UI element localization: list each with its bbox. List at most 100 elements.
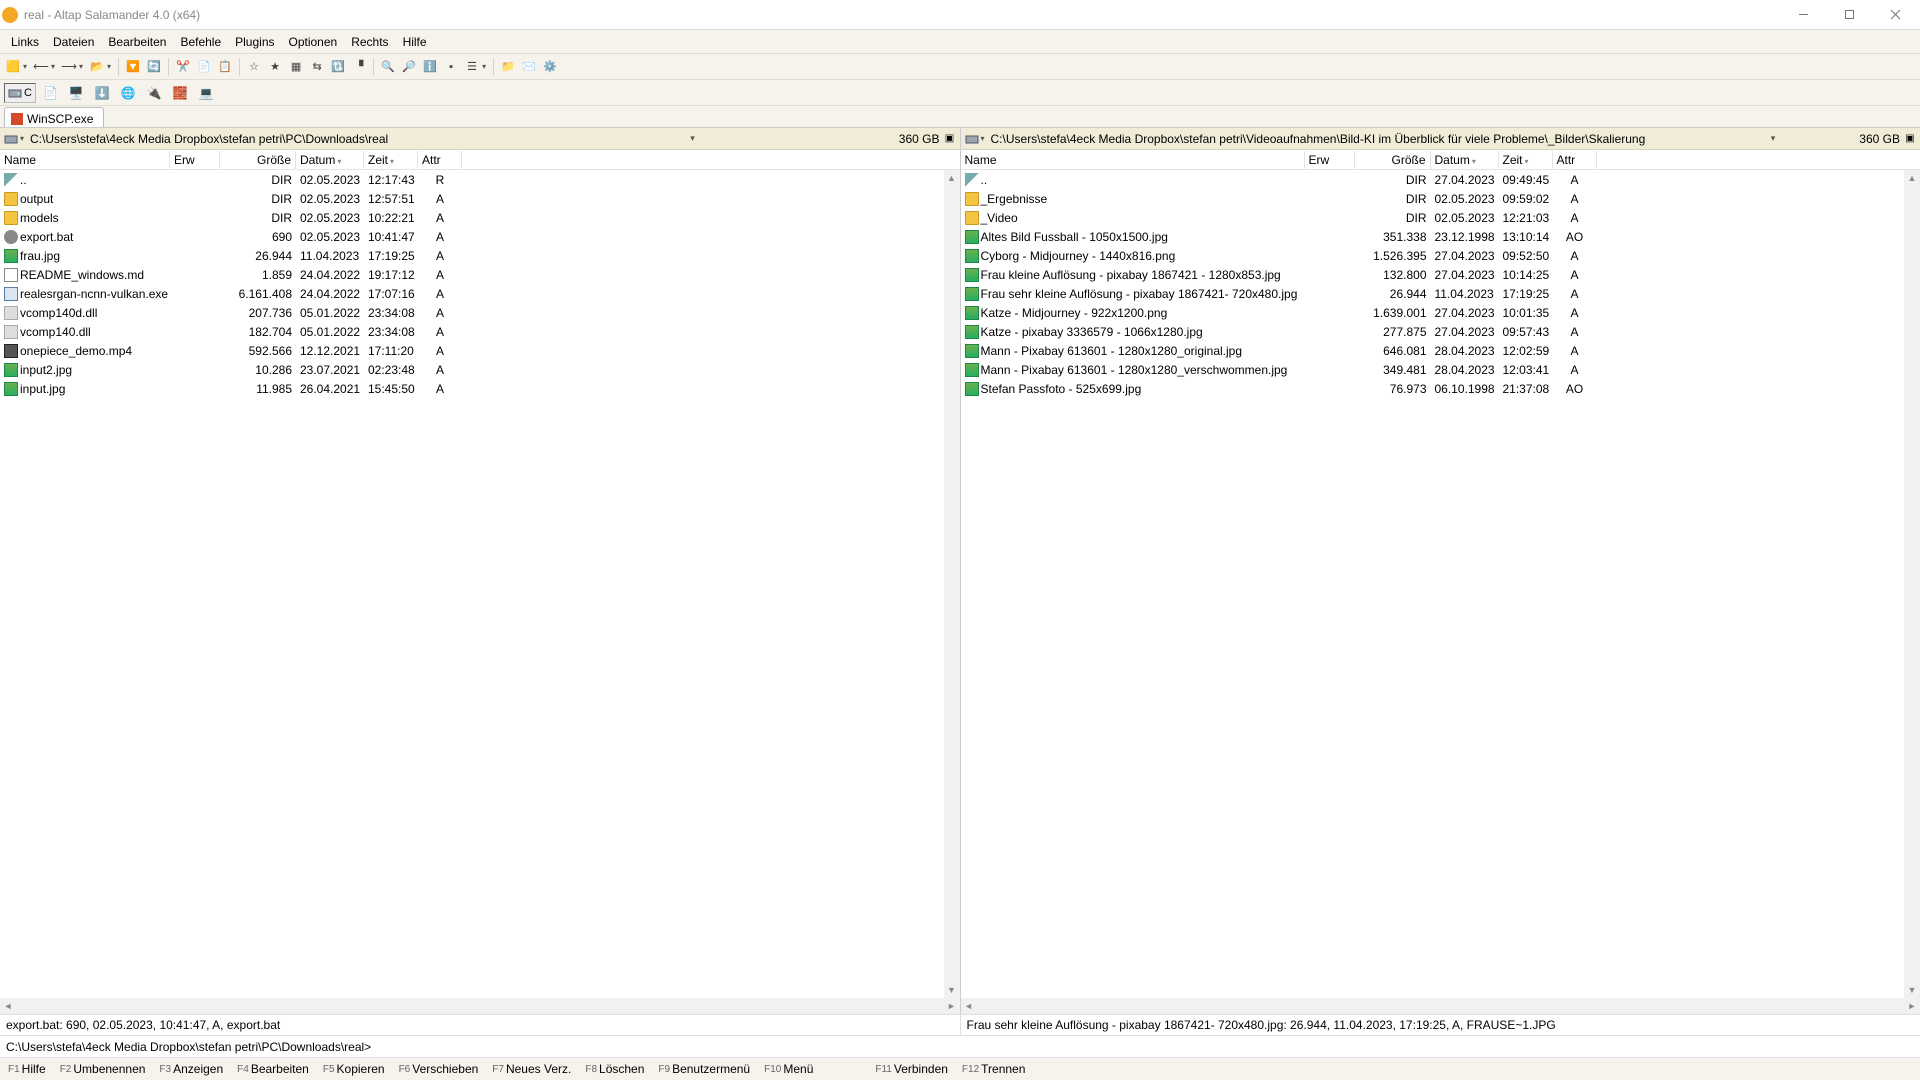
fkey-f11[interactable]: F11Verbinden — [871, 1062, 958, 1076]
file-row[interactable]: README_windows.md1.85924.04.202219:17:12… — [0, 265, 960, 284]
file-row[interactable]: Mann - Pixabay 613601 - 1280x1280_origin… — [961, 341, 1920, 360]
scroll-down-icon[interactable]: ▼ — [944, 982, 960, 998]
file-row[interactable]: ..DIR02.05.202312:17:43R — [0, 170, 960, 189]
file-row[interactable]: vcomp140d.dll207.73605.01.202223:34:08A — [0, 303, 960, 322]
col-time[interactable]: Zeit▾ — [1499, 151, 1553, 169]
find-icon[interactable]: 🔍 — [379, 58, 397, 76]
copy-icon[interactable]: 📄 — [195, 58, 213, 76]
scroll-left-icon[interactable]: ◄ — [0, 998, 16, 1014]
left-file-list[interactable]: ..DIR02.05.202312:17:43RoutputDIR02.05.2… — [0, 170, 960, 998]
fkey-f1[interactable]: F1Hilfe — [4, 1062, 56, 1076]
chevron-down-icon[interactable]: ▾ — [107, 62, 111, 71]
properties-icon[interactable]: ℹ️ — [421, 58, 439, 76]
right-path[interactable]: C:\Users\stefa\4eck Media Dropbox\stefan… — [991, 132, 1763, 146]
file-row[interactable]: modelsDIR02.05.202310:22:21A — [0, 208, 960, 227]
left-pathbar[interactable]: ▾ C:\Users\stefa\4eck Media Dropbox\stef… — [0, 128, 960, 150]
col-size[interactable]: Größe — [220, 151, 296, 169]
chevron-down-icon[interactable]: ▾ — [20, 134, 24, 143]
col-date[interactable]: Datum▾ — [1431, 151, 1499, 169]
nav-back-icon[interactable]: ⟵ — [32, 58, 50, 76]
fkey-f9[interactable]: F9Benutzermenü — [654, 1062, 760, 1076]
scrollbar-v[interactable]: ▲ ▼ — [1904, 170, 1920, 998]
file-row[interactable]: Frau kleine Auflösung - pixabay 1867421 … — [961, 265, 1920, 284]
terminal-icon[interactable]: ▝ — [350, 58, 368, 76]
scroll-right-icon[interactable]: ► — [1904, 998, 1920, 1014]
file-row[interactable]: Cyborg - Midjourney - 1440x816.png1.526.… — [961, 246, 1920, 265]
fkey-f12[interactable]: F12Trennen — [958, 1062, 1035, 1076]
chevron-down-icon[interactable]: ▾ — [79, 62, 83, 71]
panel-expand-icon[interactable]: ▣ — [944, 133, 956, 144]
fkey-f8[interactable]: F8Löschen — [581, 1062, 654, 1076]
fkey-f7[interactable]: F7Neues Verz. — [488, 1062, 581, 1076]
file-row[interactable]: frau.jpg26.94411.04.202317:19:25A — [0, 246, 960, 265]
col-date[interactable]: Datum▾ — [296, 151, 364, 169]
scroll-up-icon[interactable]: ▲ — [944, 170, 960, 186]
file-row[interactable]: Katze - pixabay 3336579 - 1066x1280.jpg2… — [961, 322, 1920, 341]
chevron-down-icon[interactable]: ▾ — [981, 134, 985, 143]
file-row[interactable]: vcomp140.dll182.70405.01.202223:34:08A — [0, 322, 960, 341]
right-pathbar[interactable]: ▾ C:\Users\stefa\4eck Media Dropbox\stef… — [961, 128, 1920, 150]
col-name[interactable]: Name — [0, 151, 170, 169]
file-row[interactable]: _VideoDIR02.05.202312:21:03A — [961, 208, 1920, 227]
drive-c[interactable]: C — [4, 83, 36, 103]
fkey-f10[interactable]: F10Menü — [760, 1062, 823, 1076]
network-icon[interactable]: 🌐 — [117, 83, 140, 103]
left-path[interactable]: C:\Users\stefa\4eck Media Dropbox\stefan… — [30, 132, 682, 146]
chevron-down-icon[interactable]: ▾ — [686, 133, 895, 144]
chevron-down-icon[interactable]: ▾ — [1767, 133, 1856, 144]
fkey-f5[interactable]: F5Kopieren — [319, 1062, 395, 1076]
file-row[interactable]: Mann - Pixabay 613601 - 1280x1280_versch… — [961, 360, 1920, 379]
col-attr[interactable]: Attr — [1553, 151, 1597, 169]
close-button[interactable] — [1872, 0, 1918, 30]
right-header[interactable]: Name Erw Größe Datum▾ Zeit▾ Attr — [961, 150, 1920, 170]
right-file-list[interactable]: ..DIR27.04.202309:49:45A_ErgebnisseDIR02… — [961, 170, 1920, 998]
select-icon[interactable]: ☆ — [245, 58, 263, 76]
menu-dateien[interactable]: Dateien — [46, 32, 101, 52]
fkey-f4[interactable]: F4Bearbeiten — [233, 1062, 319, 1076]
device-icon[interactable]: 💻 — [195, 83, 218, 103]
command-line[interactable]: C:\Users\stefa\4eck Media Dropbox\stefan… — [0, 1036, 1920, 1058]
file-row[interactable]: input2.jpg10.28623.07.202102:23:48A — [0, 360, 960, 379]
menu-hilfe[interactable]: Hilfe — [396, 32, 434, 52]
file-row[interactable]: _ErgebnisseDIR02.05.202309:59:02A — [961, 189, 1920, 208]
file-row[interactable]: Altes Bild Fussball - 1050x1500.jpg351.3… — [961, 227, 1920, 246]
parent-dir-icon[interactable]: 📂 — [88, 58, 106, 76]
filter-icon[interactable]: 🔽 — [124, 58, 142, 76]
dos-icon[interactable]: ▪ — [442, 58, 460, 76]
panel-expand-icon[interactable]: ▣ — [1904, 133, 1916, 144]
menu-befehle[interactable]: Befehle — [173, 32, 228, 52]
drive-docs-icon[interactable]: 📄 — [39, 83, 62, 103]
paste-icon[interactable]: 📋 — [216, 58, 234, 76]
sync-icon[interactable]: 🔃 — [329, 58, 347, 76]
file-row[interactable]: onepiece_demo.mp4592.56612.12.202117:11:… — [0, 341, 960, 360]
chevron-down-icon[interactable]: ▾ — [482, 62, 486, 71]
col-ext[interactable]: Erw — [170, 151, 220, 169]
file-row[interactable]: export.bat69002.05.202310:41:47A — [0, 227, 960, 246]
left-header[interactable]: Name Erw Größe Datum▾ Zeit▾ Attr — [0, 150, 960, 170]
file-row[interactable]: outputDIR02.05.202312:57:51A — [0, 189, 960, 208]
fkey-f6[interactable]: F6Verschieben — [395, 1062, 489, 1076]
unselect-icon[interactable]: ★ — [266, 58, 284, 76]
chevron-down-icon[interactable]: ▾ — [51, 62, 55, 71]
scroll-left-icon[interactable]: ◄ — [961, 998, 977, 1014]
col-time[interactable]: Zeit▾ — [364, 151, 418, 169]
plugin-tab-winscp[interactable]: WinSCP.exe — [4, 107, 104, 127]
menu-optionen[interactable]: Optionen — [282, 32, 345, 52]
menu-links[interactable]: Links — [4, 32, 46, 52]
refresh-icon[interactable]: 🔄 — [145, 58, 163, 76]
zoom-icon[interactable]: 🔎 — [400, 58, 418, 76]
scrollbar-h[interactable]: ◄ ► — [961, 998, 1920, 1014]
hotpaths-icon[interactable]: 🟨 — [4, 58, 22, 76]
menu-bearbeiten[interactable]: Bearbeiten — [101, 32, 173, 52]
registry-icon[interactable]: 🧱 — [169, 83, 192, 103]
col-attr[interactable]: Attr — [418, 151, 462, 169]
file-row[interactable]: Katze - Midjourney - 922x1200.png1.639.0… — [961, 303, 1920, 322]
drive-desktop-icon[interactable]: 🖥️ — [65, 83, 88, 103]
col-size[interactable]: Größe — [1355, 151, 1431, 169]
viewmode-icon[interactable]: ☰ — [463, 58, 481, 76]
file-row[interactable]: Stefan Passfoto - 525x699.jpg76.97306.10… — [961, 379, 1920, 398]
scroll-down-icon[interactable]: ▼ — [1904, 982, 1920, 998]
file-row[interactable]: realesrgan-ncnn-vulkan.exe6.161.40824.04… — [0, 284, 960, 303]
drive-downloads-icon[interactable]: ⬇️ — [91, 83, 114, 103]
compare-icon[interactable]: ▦ — [287, 58, 305, 76]
